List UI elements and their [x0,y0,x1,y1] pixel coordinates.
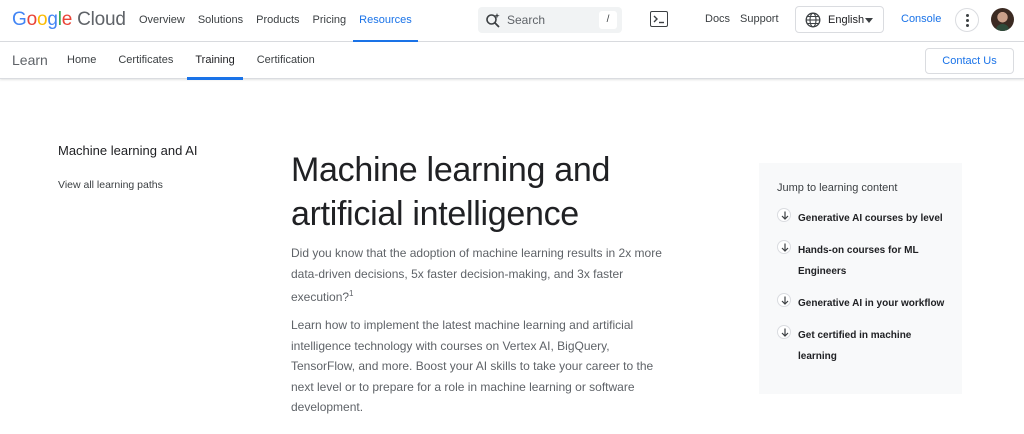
search-placeholder: Search [507,13,546,27]
nav-solutions[interactable]: Solutions [192,0,249,42]
sidebar-title: Machine learning and AI [58,143,198,158]
docs-link[interactable]: Docs [705,13,730,25]
tab-training[interactable]: Training [187,42,244,80]
search-shortcut-key: / [599,11,617,29]
tab-certificates[interactable]: Certificates [110,42,181,79]
nav-resources[interactable]: Resources [353,0,418,43]
language-label: English [828,14,865,26]
more-vert-icon[interactable] [955,8,979,32]
arrow-down-icon [777,208,791,222]
support-link[interactable]: Support [740,13,779,25]
arrow-down-icon [777,325,791,339]
nav-products[interactable]: Products [250,0,305,42]
view-all-learning-paths-link[interactable]: View all learning paths [58,179,163,191]
arrow-down-icon [777,240,791,254]
tab-certification[interactable]: Certification [249,42,323,79]
arrow-down-icon [777,293,791,307]
top-bar: Go o g l e Cloud Overview Solutions Products … [0,0,1024,43]
chevron-down-icon [865,18,873,23]
section-title[interactable]: Learn [12,52,48,68]
language-selector[interactable]: English [795,6,884,33]
google-cloud-logo[interactable]: Go o g l e Cloud [12,9,126,31]
description-paragraph: Learn how to implement the latest machin… [291,318,654,414]
terminal-icon[interactable] [650,11,668,27]
page-title: Machine learning and artificial intellig… [291,151,611,233]
console-link[interactable]: Console [901,13,941,25]
tab-home[interactable]: Home [59,42,104,79]
jump-panel-title: Jump to learning content [777,182,898,194]
contact-us-button[interactable]: Contact Us [925,48,1014,74]
intro-paragraph: Did you know that the adoption of machin… [291,246,662,304]
nav-overview[interactable]: Overview [133,0,191,42]
footnote-marker[interactable]: 1 [349,289,353,298]
search-input[interactable]: Search / [478,7,622,33]
learn-sub-nav: Learn Home Certificates Training Certifi… [0,42,1024,80]
globe-icon [805,12,821,28]
sub-nav-tabs: Home Certificates Training Certification [59,42,329,80]
top-nav: Overview Solutions Products Pricing Reso… [133,0,419,43]
nav-pricing[interactable]: Pricing [307,0,353,42]
jump-to-content-panel: Jump to learning content Generative AI c… [759,163,962,394]
search-spark-icon [486,13,500,28]
avatar[interactable] [991,8,1014,31]
